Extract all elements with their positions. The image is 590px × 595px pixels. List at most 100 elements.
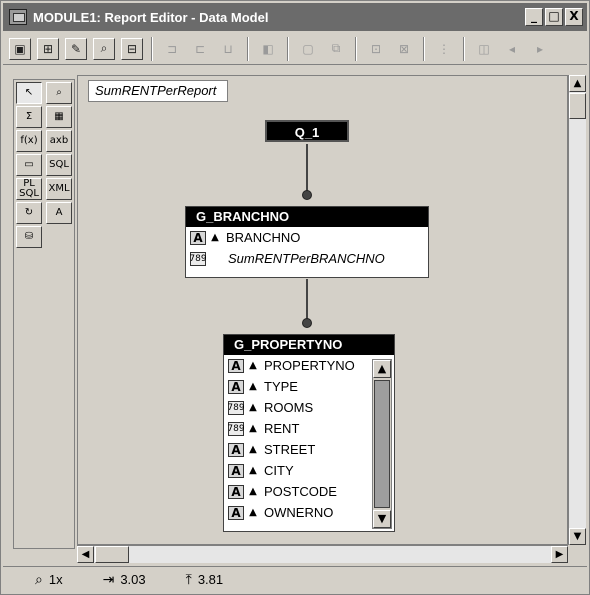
compile-icon[interactable]: ◧	[257, 37, 279, 60]
group-g-propertyno[interactable]: G_PROPERTYNO A ▲ PROPERTYNO A ▲ TYPE 789…	[223, 334, 395, 532]
vertical-scroll-thumb[interactable]	[569, 93, 586, 119]
break-order-icon: ▲	[249, 381, 257, 392]
y-position-icon: ⤒	[185, 571, 192, 588]
scroll-down-icon[interactable]: ▼	[373, 510, 391, 528]
select-tool-icon[interactable]: ↖	[16, 82, 42, 104]
toolbar-separator	[247, 36, 249, 61]
column-row[interactable]: A ▲ PROPERTYNO	[224, 355, 394, 376]
y-position-value: 3.81	[197, 572, 224, 587]
column-name: POSTCODE	[264, 484, 337, 499]
link-line	[306, 279, 308, 321]
scroll-down-icon[interactable]: ▼	[569, 528, 586, 545]
maximize-button[interactable]: □	[545, 8, 563, 26]
scroll-up-icon[interactable]: ▲	[373, 360, 391, 378]
param2-icon[interactable]: ⧉	[325, 37, 347, 60]
summary-column-report[interactable]: SumRENTPerReport	[88, 80, 228, 102]
app-icon[interactable]	[9, 9, 27, 25]
open-icon[interactable]: ▣	[9, 37, 31, 60]
preview-icon[interactable]: ⌕	[93, 37, 115, 60]
column-row[interactable]: 789 ▲ RENT	[224, 418, 394, 439]
edit-icon[interactable]: ✎	[65, 37, 87, 60]
scroll-right-icon[interactable]: ▶	[551, 546, 568, 563]
tool-palette: ↖ ⌕ Σ ▦ f(x) axb ▭ SQL PL SQL XML ↻ A ⛁	[13, 79, 75, 549]
toolbar-separator	[151, 36, 153, 61]
layout2-icon[interactable]: ⊏	[189, 37, 211, 60]
column-name: CITY	[264, 463, 294, 478]
scroll-left-icon[interactable]: ◀	[77, 546, 94, 563]
break-order-icon: ▲	[249, 465, 257, 476]
link-tool-icon[interactable]: ↻	[16, 202, 42, 224]
column-name: STREET	[264, 442, 316, 457]
toolbar-separator	[287, 36, 289, 61]
number-type-icon: 789	[227, 421, 245, 436]
group-scrollbar[interactable]: ▲ ▼	[372, 359, 392, 529]
char-type-icon: A	[228, 505, 244, 520]
break-order-icon: ▲	[249, 486, 257, 497]
char-type-icon: A	[228, 358, 244, 373]
column-row[interactable]: 789 ▲ ROOMS	[224, 397, 394, 418]
x-position-icon: ⇥	[102, 571, 115, 588]
close-button[interactable]: X	[565, 8, 583, 26]
first-page-icon[interactable]: ◫	[473, 37, 495, 60]
toolbar-separator	[355, 36, 357, 61]
vertical-scrollbar[interactable]: ▲ ▼	[568, 75, 586, 545]
next-page-icon[interactable]: ▸	[529, 37, 551, 60]
column-name: SumRENTPerBRANCHNO	[228, 251, 385, 266]
sql-query-tool-icon[interactable]: SQL	[46, 154, 72, 176]
query-q1[interactable]: Q_1	[265, 120, 349, 142]
column-name: PROPERTYNO	[264, 358, 355, 373]
placeholder-tool-icon[interactable]: ▭	[16, 154, 42, 176]
database-tool-icon[interactable]: ⛁	[16, 226, 42, 248]
horizontal-scrollbar[interactable]: ◀ ▶	[77, 545, 568, 563]
table-tool-icon[interactable]: ▦	[46, 106, 72, 128]
group-g-branchno[interactable]: G_BRANCHNO A ▲ BRANCHNO 789 SumRENTPerBR…	[185, 206, 429, 278]
link-connector-icon[interactable]	[302, 318, 312, 328]
char-type-icon: A	[228, 379, 244, 394]
link-connector-icon[interactable]	[302, 190, 312, 200]
column-row[interactable]: A ▲ OWNERNO	[224, 502, 394, 523]
formula-tool-icon[interactable]: f(x)	[16, 130, 42, 152]
break-order-icon: ▲	[211, 232, 219, 243]
magnify-tool-icon[interactable]: ⌕	[46, 82, 72, 104]
column-row[interactable]: A ▲ POSTCODE	[224, 481, 394, 502]
param-icon[interactable]: ▢	[297, 37, 319, 60]
layout3-icon[interactable]: ⊔	[217, 37, 239, 60]
group-title[interactable]: G_PROPERTYNO	[224, 335, 394, 355]
summary-tool-icon[interactable]: Σ	[16, 106, 42, 128]
layout-icon[interactable]: ⊐	[161, 37, 183, 60]
text-tool-icon[interactable]: A	[46, 202, 72, 224]
char-type-icon: A	[228, 484, 244, 499]
group-title[interactable]: G_BRANCHNO	[186, 207, 428, 227]
column-row[interactable]: A ▲ STREET	[224, 439, 394, 460]
title-bar[interactable]: MODULE1: Report Editor - Data Model _ □ …	[3, 3, 587, 31]
scroll-up-icon[interactable]: ▲	[569, 75, 586, 92]
new-query-icon[interactable]: ⊞	[37, 37, 59, 60]
horizontal-scroll-thumb[interactable]	[95, 546, 129, 563]
window-title: MODULE1: Report Editor - Data Model	[33, 9, 269, 25]
column-name: OWNERNO	[264, 505, 334, 520]
break-order-icon: ▲	[249, 507, 257, 518]
plsql-tool-icon[interactable]: PL SQL	[16, 178, 42, 200]
column-row[interactable]: 789 SumRENTPerBRANCHNO	[186, 248, 428, 269]
scroll-thumb[interactable]	[374, 380, 390, 508]
report-editor-window: MODULE1: Report Editor - Data Model _ □ …	[0, 0, 590, 595]
data-model-canvas[interactable]: SumRENTPerReport Q_1 G_BRANCHNO A ▲ BRAN…	[77, 75, 568, 545]
run2-icon[interactable]: ⊠	[393, 37, 415, 60]
grid-icon[interactable]: ⋮	[433, 37, 455, 60]
column-name: RENT	[264, 421, 300, 436]
char-type-icon: A	[190, 230, 206, 245]
prev-page-icon[interactable]: ◂	[501, 37, 523, 60]
run-icon[interactable]: ⊡	[365, 37, 387, 60]
break-order-icon: ▲	[249, 402, 257, 413]
xml-tool-icon[interactable]: XML	[46, 178, 72, 200]
column-row[interactable]: A ▲ TYPE	[224, 376, 394, 397]
cross-product-tool-icon[interactable]: axb	[46, 130, 72, 152]
column-row[interactable]: A ▲ CITY	[224, 460, 394, 481]
column-row[interactable]: A ▲ BRANCHNO	[186, 227, 428, 248]
data-model-icon[interactable]: ⊟	[121, 37, 143, 60]
column-name: ROOMS	[264, 400, 314, 415]
toolbar-separator	[423, 36, 425, 61]
minimize-button[interactable]: _	[525, 8, 543, 26]
column-name: BRANCHNO	[226, 230, 301, 245]
link-line	[306, 144, 308, 192]
